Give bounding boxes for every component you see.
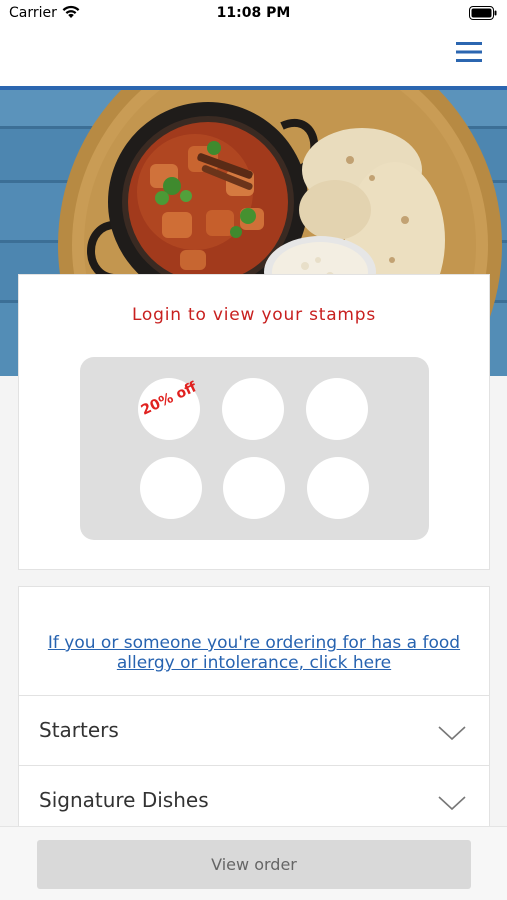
stamp-grid: 20% off [80,357,429,540]
stamp-reward-text: 20% off [138,379,200,419]
clock: 11:08 PM [216,5,291,21]
category-label: Starters [39,718,119,742]
stamp-slot [223,457,285,519]
stamps-login-prompt[interactable]: Login to view your stamps [19,305,489,325]
battery-icon [469,6,497,20]
category-row-starters[interactable]: Starters [19,695,489,766]
stamp-slot [140,457,202,519]
chevron-down-icon [438,796,466,811]
stamp-reward: 20% off [138,378,200,440]
hamburger-menu-icon[interactable] [456,40,482,64]
stamp-slot [307,457,369,519]
view-order-button[interactable]: View order [37,840,471,889]
menu-card: If you or someone you're ordering for ha… [18,586,490,846]
allergy-info-link[interactable]: If you or someone you're ordering for ha… [39,633,469,673]
stamp-slot [306,378,368,440]
bottom-bar: View order [0,826,507,900]
category-label: Signature Dishes [39,788,209,812]
status-bar: Carrier 11:08 PM [0,0,507,30]
chevron-down-icon [438,726,466,741]
app-header [0,30,507,86]
stamp-slot [222,378,284,440]
stamp-card: Login to view your stamps 20% off [18,274,490,570]
